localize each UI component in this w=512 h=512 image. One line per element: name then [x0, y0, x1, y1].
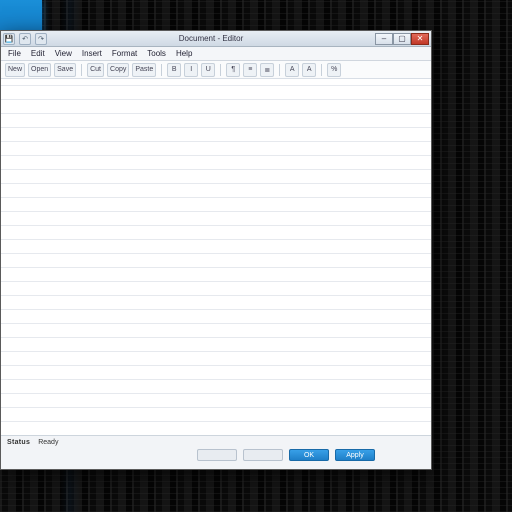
align-justify-icon[interactable]: ≣: [260, 63, 274, 77]
status-secondary: Ready: [38, 439, 58, 446]
menu-insert[interactable]: Insert: [79, 48, 105, 59]
footer-button-1[interactable]: [197, 449, 237, 461]
statusbar: Status Ready OK Apply: [1, 435, 431, 469]
minimize-button[interactable]: –: [375, 33, 393, 45]
italic-button[interactable]: I: [184, 63, 198, 77]
underline-button[interactable]: U: [201, 63, 215, 77]
window-title: Document - Editor: [47, 34, 375, 43]
status-label: Status: [7, 439, 30, 446]
toolbar-separator: [81, 64, 82, 76]
apply-button[interactable]: Apply: [335, 449, 375, 461]
toolbar-separator: [220, 64, 221, 76]
zoom-icon[interactable]: %: [327, 63, 341, 77]
close-button[interactable]: ✕: [411, 33, 429, 45]
save-button[interactable]: Save: [54, 63, 76, 77]
font-decrease-icon[interactable]: A: [302, 63, 316, 77]
cut-button[interactable]: Cut: [87, 63, 104, 77]
menu-view[interactable]: View: [52, 48, 75, 59]
paste-button[interactable]: Paste: [132, 63, 156, 77]
app-window: 💾 ↶ ↷ Document - Editor – ▢ ✕ File Edit …: [0, 30, 432, 470]
font-increase-icon[interactable]: A: [285, 63, 299, 77]
menu-format[interactable]: Format: [109, 48, 140, 59]
document-area[interactable]: [1, 79, 431, 435]
status-buttons: OK Apply: [197, 449, 375, 461]
save-icon[interactable]: 💾: [3, 33, 15, 45]
quick-access-toolbar: 💾 ↶ ↷: [3, 33, 47, 45]
paragraph-icon[interactable]: ¶: [226, 63, 240, 77]
undo-icon[interactable]: ↶: [19, 33, 31, 45]
menubar: File Edit View Insert Format Tools Help: [1, 47, 431, 61]
new-button[interactable]: New: [5, 63, 25, 77]
toolbar-separator: [161, 64, 162, 76]
align-left-icon[interactable]: ≡: [243, 63, 257, 77]
menu-edit[interactable]: Edit: [28, 48, 48, 59]
menu-file[interactable]: File: [5, 48, 24, 59]
menu-help[interactable]: Help: [173, 48, 195, 59]
copy-button[interactable]: Copy: [107, 63, 129, 77]
toolbar-separator: [279, 64, 280, 76]
maximize-button[interactable]: ▢: [393, 33, 411, 45]
menu-tools[interactable]: Tools: [144, 48, 169, 59]
open-button[interactable]: Open: [28, 63, 51, 77]
toolbar: New Open Save Cut Copy Paste B I U ¶ ≡ ≣…: [1, 61, 431, 79]
window-controls: – ▢ ✕: [375, 33, 429, 45]
ok-button[interactable]: OK: [289, 449, 329, 461]
redo-icon[interactable]: ↷: [35, 33, 47, 45]
toolbar-separator: [321, 64, 322, 76]
footer-button-2[interactable]: [243, 449, 283, 461]
titlebar[interactable]: 💾 ↶ ↷ Document - Editor – ▢ ✕: [1, 31, 431, 47]
bold-button[interactable]: B: [167, 63, 181, 77]
